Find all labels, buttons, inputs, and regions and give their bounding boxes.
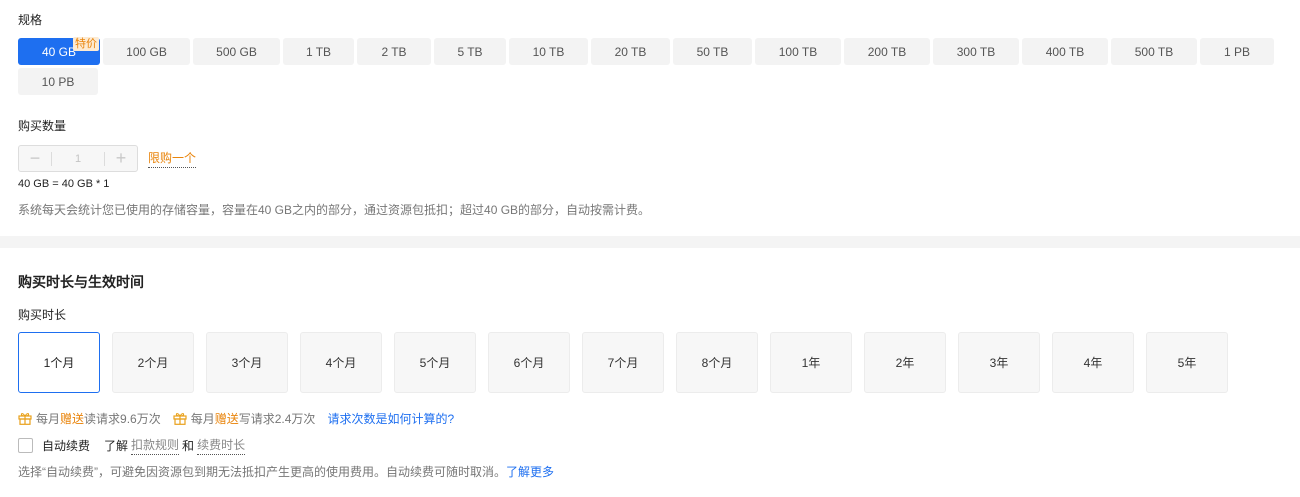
spec-option[interactable]: 400 TB <box>1022 38 1108 65</box>
duration-option[interactable]: 2年 <box>864 332 946 393</box>
spec-option-label: 40 GB <box>41 44 77 59</box>
spec-option[interactable]: 50 TB <box>673 38 752 65</box>
write-gift: 每月 赠送 写请求2.4万次 <box>173 410 316 427</box>
duration-option[interactable]: 3年 <box>958 332 1040 393</box>
deduction-rule-link[interactable]: 扣款规则 <box>131 436 180 455</box>
gift-info-row: 每月 赠送 读请求9.6万次 每月 赠送 写请求2.4万次 请求次数是如何计算的? <box>18 410 454 427</box>
duration-option-label: 6个月 <box>513 356 545 370</box>
quantity-stepper[interactable]: − 1 + <box>18 145 138 172</box>
spec-option[interactable]: 300 TB <box>933 38 1019 65</box>
billing-note: 系统每天会统计您已使用的存储容量，容量在40 GB之内的部分，通过资源包抵扣；超… <box>18 203 651 217</box>
spec-option-label: 2 TB <box>381 44 407 59</box>
write-gift-prefix: 每月 <box>190 412 215 426</box>
duration-option[interactable]: 4个月 <box>300 332 382 393</box>
quantity-input[interactable]: 1 <box>52 153 104 165</box>
spec-option-label: 500 GB <box>216 44 257 59</box>
duration-option-label: 8个月 <box>701 356 733 370</box>
spec-option[interactable]: 500 TB <box>1111 38 1197 65</box>
spec-option[interactable]: 200 TB <box>844 38 930 65</box>
learn-text: 了解 <box>104 439 129 453</box>
quantity-label: 购买数量 <box>18 119 67 133</box>
spec-option[interactable]: 5 TB <box>434 38 506 65</box>
read-gift-highlight: 赠送 <box>60 412 85 426</box>
spec-option[interactable]: 40 GB 特价 <box>18 37 100 65</box>
spec-option[interactable]: 10 TB <box>509 38 588 65</box>
spec-option-label: 300 TB <box>956 44 996 59</box>
purchase-limit-link[interactable]: 限购一个 <box>148 149 197 168</box>
duration-option[interactable]: 7个月 <box>582 332 664 393</box>
spec-option-label: 100 GB <box>126 44 167 59</box>
duration-option-label: 5个月 <box>419 356 451 370</box>
duration-option[interactable]: 5年 <box>1146 332 1228 393</box>
auto-renew-row: 自动续费 了解 扣款规则 和 续费时长 <box>18 436 248 455</box>
gift-icon <box>18 413 32 425</box>
increment-button[interactable]: + <box>105 146 137 171</box>
duration-option[interactable]: 5个月 <box>394 332 476 393</box>
auto-renew-checkbox[interactable] <box>18 438 33 453</box>
duration-option[interactable]: 2个月 <box>112 332 194 393</box>
read-gift-prefix: 每月 <box>36 412 61 426</box>
duration-options: 1个月 2个月 3个月 4个月 5个月 6个月 7个月 8个月 1年 2年 3年 4年 5年 <box>18 332 1228 393</box>
special-price-badge: 特价 <box>73 37 99 51</box>
spec-option[interactable]: 1 PB <box>1200 38 1274 65</box>
spec-option-label: 10 TB <box>532 44 565 59</box>
spec-option-label: 1 TB <box>305 44 332 59</box>
spec-option[interactable]: 10 PB <box>18 68 98 95</box>
and-text: 和 <box>182 439 195 453</box>
spec-option-label: 50 TB <box>696 44 729 59</box>
duration-option-label: 4个月 <box>325 356 357 370</box>
spec-option-label: 500 TB <box>1134 44 1174 59</box>
auto-renew-label[interactable]: 自动续费 <box>42 437 90 454</box>
spec-option-label: 400 TB <box>1045 44 1085 59</box>
write-gift-text: 写请求2.4万次 <box>238 412 316 426</box>
duration-option[interactable]: 6个月 <box>488 332 570 393</box>
duration-option-label: 3个月 <box>231 356 263 370</box>
duration-option[interactable]: 1个月 <box>18 332 100 393</box>
spec-option-label: 1 PB <box>1223 44 1250 59</box>
read-gift-text: 读请求9.6万次 <box>84 412 161 426</box>
spec-option[interactable]: 20 TB <box>591 38 670 65</box>
read-gift: 每月 赠送 读请求9.6万次 <box>18 410 161 427</box>
spec-option-label: 10 PB <box>41 74 75 89</box>
spec-option[interactable]: 1 TB <box>283 38 354 65</box>
duration-option-label: 4年 <box>1083 356 1103 370</box>
duration-option-label: 2个月 <box>137 356 169 370</box>
gift-icon <box>173 413 187 425</box>
spec-option-label: 100 TB <box>778 44 818 59</box>
spec-option[interactable]: 100 GB <box>103 38 190 65</box>
spec-label: 规格 <box>18 13 43 27</box>
request-calc-link[interactable]: 请求次数是如何计算的? <box>327 410 454 427</box>
decrement-button[interactable]: − <box>19 146 51 171</box>
spec-option-label: 20 TB <box>614 44 647 59</box>
duration-option[interactable]: 8个月 <box>676 332 758 393</box>
duration-option-label: 3年 <box>989 356 1009 370</box>
duration-option[interactable]: 4年 <box>1052 332 1134 393</box>
spec-option[interactable]: 500 GB <box>193 38 280 65</box>
duration-option[interactable]: 1年 <box>770 332 852 393</box>
duration-option-label: 2年 <box>895 356 915 370</box>
write-gift-highlight: 赠送 <box>214 412 239 426</box>
spec-option-label: 200 TB <box>867 44 907 59</box>
duration-option-label: 7个月 <box>607 356 639 370</box>
spec-option[interactable]: 100 TB <box>755 38 841 65</box>
duration-option-label: 1年 <box>801 356 821 370</box>
spec-option[interactable]: 2 TB <box>357 38 431 65</box>
duration-option-label: 1个月 <box>43 356 75 370</box>
duration-section-title: 购买时长与生效时间 <box>18 274 144 290</box>
duration-option-label: 5年 <box>1177 356 1197 370</box>
learn-more-link[interactable]: 了解更多 <box>506 465 554 479</box>
renew-period-link[interactable]: 续费时长 <box>197 436 246 455</box>
capacity-formula: 40 GB = 40 GB * 1 <box>18 178 110 190</box>
duration-label: 购买时长 <box>18 308 67 322</box>
duration-option[interactable]: 3个月 <box>206 332 288 393</box>
section-divider <box>0 236 1300 248</box>
auto-renew-note-text: 选择“自动续费”，可避免因资源包到期无法抵扣产生更高的使用费用。自动续费可随时取… <box>18 465 506 479</box>
spec-options: 40 GB 特价 100 GB 500 GB 1 TB 2 TB 5 TB 10 TB 20 T… <box>18 37 1280 95</box>
spec-option-label: 5 TB <box>457 44 483 59</box>
auto-renew-note: 选择“自动续费”，可避免因资源包到期无法抵扣产生更高的使用费用。自动续费可随时取… <box>18 463 554 480</box>
